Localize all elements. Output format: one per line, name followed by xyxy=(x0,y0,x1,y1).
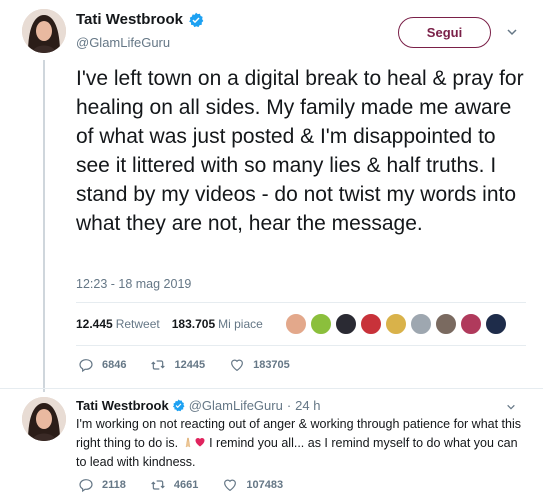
verified-badge-icon xyxy=(172,399,185,412)
author-name-row: Tati Westbrook xyxy=(76,11,204,28)
chevron-down-icon[interactable] xyxy=(506,402,516,412)
praying-hands-icon xyxy=(185,437,190,448)
red-heart-icon xyxy=(195,438,205,447)
reply-time[interactable]: 24 h xyxy=(295,398,320,413)
retweet-action[interactable]: 12445 xyxy=(150,357,205,373)
tweet-actions: 6846 12445 183705 xyxy=(78,357,314,373)
reply-header: Tati Westbrook @GlamLifeGuru · 24 h xyxy=(76,398,320,413)
reply-action[interactable]: 6846 xyxy=(78,357,126,373)
like-count[interactable]: 183.705 xyxy=(172,317,215,331)
liker-avatar[interactable] xyxy=(310,313,332,335)
engagement-stats: 12.445 Retweet 183.705 Mi piace xyxy=(76,317,275,331)
author-avatar[interactable] xyxy=(22,9,66,53)
reply-icon xyxy=(79,479,93,493)
reply-action[interactable]: 2118 xyxy=(78,477,126,493)
retweet-count[interactable]: 12.445 xyxy=(76,317,113,331)
divider xyxy=(76,302,526,303)
retweet-action-count: 12445 xyxy=(174,359,206,371)
chevron-down-icon[interactable] xyxy=(506,26,518,38)
liker-avatar[interactable] xyxy=(335,313,357,335)
divider xyxy=(76,345,526,346)
liker-avatar[interactable] xyxy=(460,313,482,335)
heart-icon xyxy=(231,359,244,372)
reply-author-avatar[interactable] xyxy=(22,397,66,441)
follow-button[interactable]: Segui xyxy=(398,17,491,48)
avatar-image xyxy=(22,397,66,441)
author-handle[interactable]: @GlamLifeGuru xyxy=(76,35,170,50)
author-name[interactable]: Tati Westbrook xyxy=(76,11,183,28)
liker-avatar[interactable] xyxy=(410,313,432,335)
reply-author-name[interactable]: Tati Westbrook xyxy=(76,398,169,413)
liker-avatar[interactable] xyxy=(385,313,407,335)
retweet-icon xyxy=(151,480,165,490)
reply-reply-count: 2118 xyxy=(102,479,126,491)
divider xyxy=(0,388,543,389)
reply-author-handle[interactable]: @GlamLifeGuru xyxy=(189,398,283,413)
tweet-text: I've left town on a digital break to hea… xyxy=(76,67,524,235)
retweet-label[interactable]: Retweet xyxy=(116,317,160,331)
like-action[interactable]: 107483 xyxy=(222,477,283,493)
reply-count: 6846 xyxy=(102,359,127,371)
liker-avatar[interactable] xyxy=(285,313,307,335)
reply-icon xyxy=(79,359,93,373)
reply-separator: · xyxy=(286,398,292,413)
liker-avatar[interactable] xyxy=(435,313,457,335)
reply-text: I'm working on not reacting out of anger… xyxy=(76,415,526,472)
retweet-icon xyxy=(151,360,166,370)
heart-icon xyxy=(224,479,237,492)
avatar-image xyxy=(22,9,66,53)
liker-avatar[interactable] xyxy=(485,313,507,335)
like-label[interactable]: Mi piace xyxy=(218,317,263,331)
liker-avatar[interactable] xyxy=(360,313,382,335)
verified-badge-icon xyxy=(189,12,204,27)
reply-like-count: 107483 xyxy=(246,479,284,491)
likers-avatars xyxy=(285,313,510,335)
like-action[interactable]: 183705 xyxy=(229,357,290,373)
like-action-count: 183705 xyxy=(253,359,290,371)
reply-actions: 2118 4661 107483 xyxy=(78,477,307,493)
tweet-timestamp[interactable]: 12:23 - 18 mag 2019 xyxy=(76,277,191,291)
thread-line xyxy=(43,60,45,392)
retweet-action[interactable]: 4661 xyxy=(150,477,198,493)
reply-retweet-count: 4661 xyxy=(173,479,199,491)
